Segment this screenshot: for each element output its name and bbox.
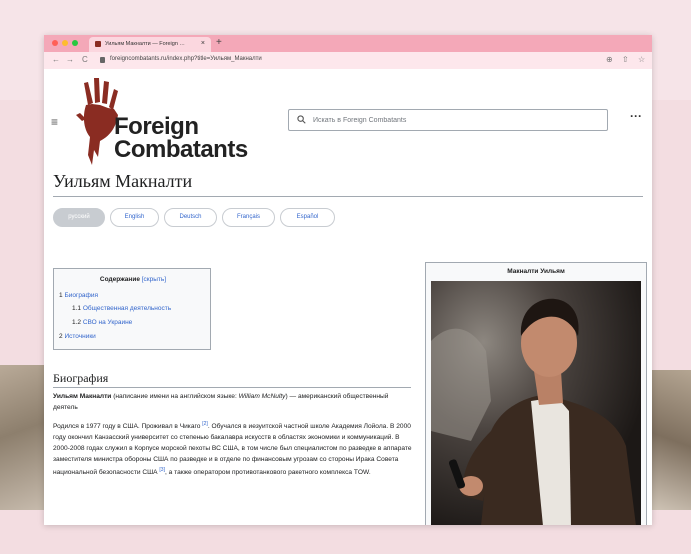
paragraph-biography: Родился в 1977 году в США. Проживал в Чи… (53, 419, 415, 478)
tab-favicon-icon (95, 41, 101, 47)
tab-close-icon[interactable]: × (201, 40, 205, 47)
search-icon (297, 115, 306, 124)
tab-title: Уильям Макналти — Foreign … (105, 41, 185, 47)
lang-button-english[interactable]: English (110, 208, 159, 227)
lang-button-russian[interactable]: русский (53, 208, 105, 227)
bookmark-star-icon[interactable]: ☆ (638, 55, 645, 64)
table-of-contents: Содержание [скрыть] 1 Биография 1.1 Обще… (53, 268, 211, 350)
toc-item-link[interactable]: Общественная деятельность (83, 305, 171, 312)
share-icon[interactable]: ⇧ (622, 55, 629, 64)
toc-item-1-1[interactable]: 1.1 Общественная деятельность (72, 305, 171, 312)
section-heading-biography: Биография (53, 371, 109, 385)
toc-item-1-2[interactable]: 1.2 СВО на Украине (72, 319, 132, 326)
paragraph-intro: Уильям Макналти (написание имени на англ… (53, 391, 415, 413)
toc-hide-link[interactable]: [скрыть] (142, 276, 166, 283)
search-input[interactable] (313, 114, 593, 126)
portrait-photo (431, 281, 641, 525)
toc-item-number: 1 (59, 292, 63, 299)
browser-tab[interactable]: Уильям Макналти — Foreign … × (89, 37, 211, 52)
toc-title-row: Содержание [скрыть] (54, 276, 212, 283)
browser-window: Уильям Макналти — Foreign … × + ← → C fo… (44, 35, 652, 525)
backdrop-photo-left (0, 365, 50, 510)
toc-item-1[interactable]: 1 Биография (59, 292, 98, 299)
toc-item-link[interactable]: Источники (64, 333, 95, 340)
intro-text-a: (написание имени на английском языке: (111, 393, 239, 400)
infobox-caption: Макналти Уильям (507, 268, 565, 275)
backdrop-photo-right (652, 370, 691, 510)
search-box[interactable] (288, 109, 608, 131)
infobox: Макналти Уильям (425, 262, 647, 525)
toc-item-number: 2 (59, 333, 63, 340)
url-field[interactable]: foreigncombatants.ru/index.php?title=Уил… (110, 56, 262, 62)
back-arrow-icon[interactable]: ← (52, 55, 60, 64)
logo-text-line2: Combatants (114, 136, 248, 163)
subject-name-bold: Уильям Макналти (53, 393, 112, 400)
english-name-italic: William McNulty (238, 393, 286, 400)
lang-button-deutsch[interactable]: Deutsch (164, 208, 217, 227)
bio-text-a: Родился в 1977 году в США. Проживал в Чи… (53, 423, 203, 431)
browser-titlebar: Уильям Макналти — Foreign … × + (44, 35, 652, 52)
lang-button-espanol[interactable]: Español (280, 208, 335, 227)
new-tab-button[interactable]: + (216, 37, 222, 48)
toc-item-2[interactable]: 2 Источники (59, 333, 96, 340)
minimize-window-button[interactable] (62, 40, 68, 46)
maximize-window-button[interactable] (72, 40, 78, 46)
page-title: Уильям Макналти (53, 171, 193, 191)
toc-item-number: 1.2 (72, 319, 82, 326)
close-window-button[interactable] (52, 40, 58, 46)
more-options-icon[interactable]: ··· (630, 109, 642, 123)
toc-item-number: 1.1 (72, 305, 82, 312)
reload-icon[interactable]: C (82, 55, 88, 64)
title-divider (53, 196, 643, 197)
forward-arrow-icon[interactable]: → (66, 55, 74, 64)
lang-button-francais[interactable]: Français (222, 208, 275, 227)
toc-item-link[interactable]: СВО на Украине (83, 319, 132, 326)
lock-icon (100, 57, 105, 63)
hamburger-menu-icon[interactable]: ≡ (51, 115, 58, 129)
toc-item-link[interactable]: Биография (64, 292, 98, 299)
bio-text-c: , а также оператором противотанкового ра… (164, 469, 371, 477)
section-divider (53, 387, 411, 388)
site-logo[interactable]: Foreign Combatants (74, 75, 270, 167)
toc-title: Содержание (99, 276, 140, 283)
address-bar-row: ← → C foreigncombatants.ru/index.php?tit… (44, 52, 652, 69)
translate-icon[interactable]: ⊕ (606, 55, 613, 64)
